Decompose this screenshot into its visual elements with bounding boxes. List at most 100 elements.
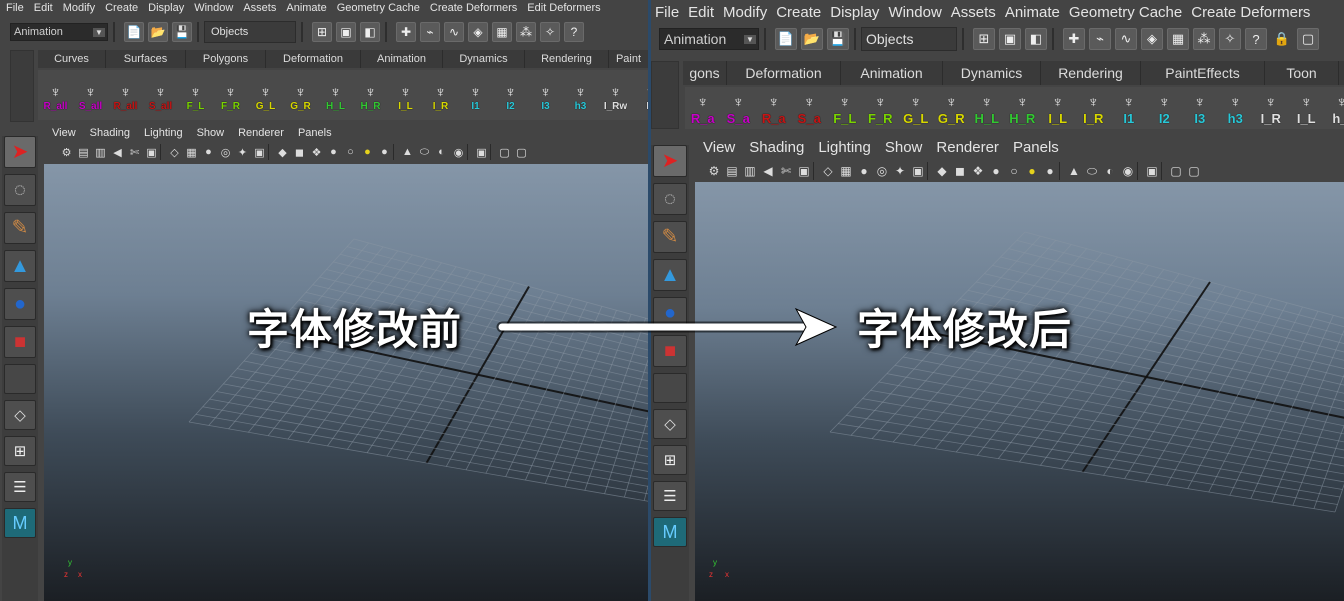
shelf-button[interactable]: ♆ R_a — [756, 87, 792, 129]
hdr-icon[interactable]: ◉ — [450, 144, 467, 160]
highlight-icon[interactable]: ○ — [342, 144, 359, 160]
new-scene-icon[interactable]: 📄 — [124, 22, 144, 42]
shelf-tab-curves[interactable]: Curves — [38, 50, 106, 68]
shelf-button[interactable]: ♆ I2 — [1147, 87, 1183, 129]
smooth-shade-icon[interactable]: ▦ — [837, 162, 855, 180]
panel-menu-renderer[interactable]: Renderer — [238, 127, 298, 139]
xray-active-icon[interactable]: ❖ — [969, 162, 987, 180]
texture-icon[interactable]: ▢ — [496, 144, 513, 160]
panel-menu-lighting[interactable]: Lighting — [818, 139, 885, 156]
help-icon[interactable]: ? — [564, 22, 584, 42]
select-tool[interactable]: ➤ — [4, 136, 36, 168]
select-tool[interactable]: ➤ — [653, 145, 687, 177]
snap-plane-icon[interactable]: ◈ — [468, 22, 488, 42]
frame-icon[interactable]: ◀ — [109, 144, 126, 160]
shelf-button[interactable]: ♆ R_all — [108, 70, 143, 120]
smooth-shade-icon[interactable]: ▦ — [183, 144, 200, 160]
highlight-icon[interactable]: ○ — [1005, 162, 1023, 180]
3d-viewport[interactable]: z y x — [695, 182, 1344, 601]
shelf-button[interactable]: ♆ h3 — [563, 70, 598, 120]
3d-viewport[interactable]: z y x — [44, 164, 648, 601]
shelf-button[interactable]: ♆ F_L — [827, 87, 863, 129]
shelf-button[interactable]: ♆ G_L — [248, 70, 283, 120]
menu-edit-deformers[interactable]: Edit Deformers — [527, 2, 610, 14]
layout-single-button[interactable]: ◇ — [653, 409, 687, 439]
shelf-tab-dynamics[interactable]: Dynamics — [943, 61, 1041, 85]
isolate-icon[interactable]: ● — [987, 162, 1005, 180]
shelf-button[interactable]: ♆ H_R — [353, 70, 388, 120]
menu-window[interactable]: Window — [888, 4, 950, 21]
move-tool[interactable]: ▲ — [4, 250, 36, 282]
safe-frame-icon[interactable]: ▣ — [795, 162, 813, 180]
all-lights-icon[interactable]: ● — [1041, 162, 1059, 180]
paint-select-tool[interactable]: ✎ — [4, 212, 36, 244]
snap-plane-icon[interactable]: ◈ — [1141, 28, 1163, 50]
menu-display[interactable]: Display — [830, 4, 888, 21]
select-component-icon[interactable]: ◧ — [360, 22, 380, 42]
ao-icon[interactable]: ▣ — [251, 144, 268, 160]
aa-icon[interactable]: ◐ — [433, 144, 450, 160]
snap-grid-icon[interactable]: ✚ — [1063, 28, 1085, 50]
snap-grid-icon[interactable]: ✚ — [396, 22, 416, 42]
menu-geometry-cache[interactable]: Geometry Cache — [337, 2, 430, 14]
menu-file[interactable]: File — [655, 4, 688, 21]
bookmark-icon[interactable]: ▤ — [75, 144, 92, 160]
shelf-button[interactable]: ♆ I_L — [1040, 87, 1076, 129]
panel-menu-shading[interactable]: Shading — [90, 127, 144, 139]
lights-icon[interactable]: ◎ — [217, 144, 234, 160]
camera-attr-icon[interactable]: ⚙ — [58, 144, 75, 160]
menu-set-dropdown[interactable]: Animation ▼ — [10, 23, 108, 41]
layout-outliner-button[interactable]: ☰ — [4, 472, 36, 502]
xray-active-icon[interactable]: ❖ — [308, 144, 325, 160]
shelf-button[interactable]: ♆ I1 — [458, 70, 493, 120]
wireframe-icon[interactable]: ◇ — [819, 162, 837, 180]
panel-menu-shading[interactable]: Shading — [749, 139, 818, 156]
all-lights-icon[interactable]: ● — [376, 144, 393, 160]
xray-joints-icon[interactable]: ◼ — [951, 162, 969, 180]
xray-icon[interactable]: ◆ — [933, 162, 951, 180]
menu-geometry-cache[interactable]: Geometry Cache — [1069, 4, 1191, 21]
shelf-button[interactable]: ♆ I3 — [1182, 87, 1218, 129]
shelf-button[interactable]: ♆h_l — [1324, 87, 1344, 129]
xray-joints-icon[interactable]: ◼ — [291, 144, 308, 160]
shelf-button[interactable]: ♆ G_L — [898, 87, 934, 129]
menu-animate[interactable]: Animate — [286, 2, 336, 14]
snap-live-icon[interactable]: ▦ — [1167, 28, 1189, 50]
aa-icon[interactable]: ◐ — [1101, 162, 1119, 180]
xray-icon[interactable]: ◆ — [274, 144, 291, 160]
menu-edit[interactable]: Edit — [34, 2, 63, 14]
menu-create-deformers[interactable]: Create Deformers — [430, 2, 527, 14]
shelf-tab-paint[interactable]: Paint — [609, 50, 648, 68]
help-icon[interactable]: ? — [1245, 28, 1267, 50]
shelf-button[interactable]: ♆ I_L — [388, 70, 423, 120]
select-camera-icon[interactable]: ▣ — [473, 144, 490, 160]
select-object-icon[interactable]: ▣ — [336, 22, 356, 42]
panel-menu-view[interactable]: View — [52, 127, 90, 139]
shelf-tab-animation[interactable]: Animation — [361, 50, 443, 68]
lights-icon[interactable]: ◎ — [873, 162, 891, 180]
panel-menu-lighting[interactable]: Lighting — [144, 127, 197, 139]
isolate-icon[interactable]: ● — [325, 144, 342, 160]
magnet-icon[interactable]: ✧ — [540, 22, 560, 42]
layout-single-button[interactable]: ◇ — [4, 400, 36, 430]
menu-window[interactable]: Window — [194, 2, 243, 14]
shelf-button[interactable]: ♆ F_R — [213, 70, 248, 120]
rotate-tool[interactable]: ● — [4, 288, 36, 320]
selection-mode-field[interactable]: Objects — [861, 27, 957, 51]
open-scene-icon[interactable]: 📂 — [801, 28, 823, 50]
render-icon[interactable]: ▢ — [1297, 28, 1319, 50]
shelf-button[interactable]: ♆ I_R — [423, 70, 458, 120]
shelf-button[interactable]: ♆ S_all — [143, 70, 178, 120]
panel-menu-show[interactable]: Show — [885, 139, 937, 156]
shelf-button[interactable]: ♆ G_R — [283, 70, 318, 120]
frame-icon[interactable]: ◀ — [759, 162, 777, 180]
layout-four-button[interactable]: ⊞ — [653, 445, 687, 475]
shadows-icon[interactable]: ✦ — [891, 162, 909, 180]
bookmark-icon[interactable]: ▤ — [723, 162, 741, 180]
shelf-button[interactable]: ♆ R_a — [685, 87, 721, 129]
paint-select-tool[interactable]: ✎ — [653, 221, 687, 253]
shelf-button[interactable]: ♆ H_R — [1005, 87, 1041, 129]
shelf-button[interactable]: ♆ h3 — [1218, 87, 1254, 129]
snap-curve-icon[interactable]: ⌁ — [1089, 28, 1111, 50]
menu-assets[interactable]: Assets — [243, 2, 286, 14]
